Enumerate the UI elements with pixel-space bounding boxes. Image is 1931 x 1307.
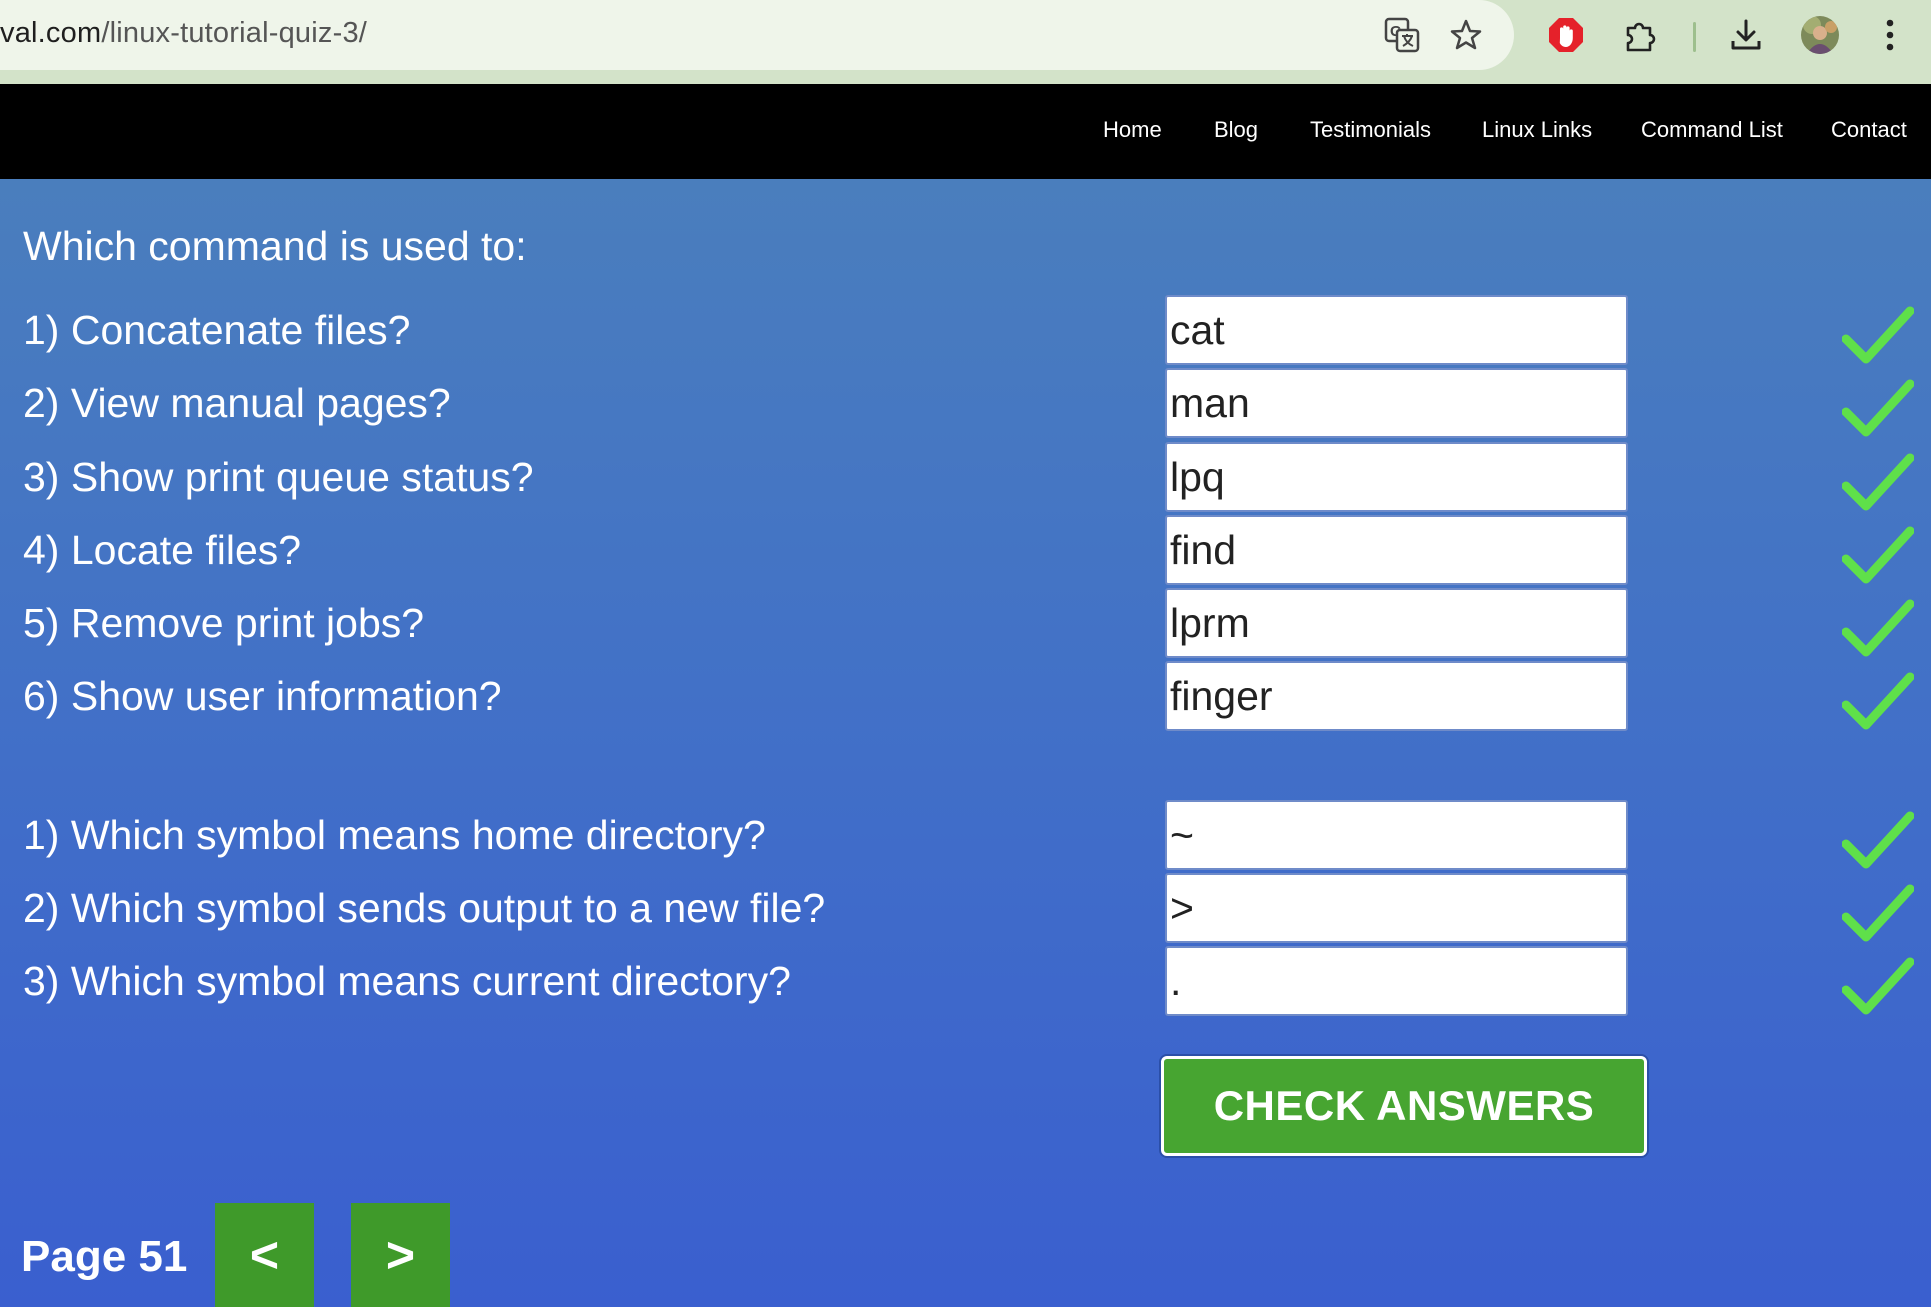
command-question-1: 1) Concatenate files? — [23, 307, 411, 353]
checkmark-icon — [1842, 599, 1914, 657]
checkmark-icon — [1842, 379, 1914, 437]
url-host: val.com — [0, 17, 102, 49]
command-answer-1[interactable]: cat — [1165, 295, 1628, 365]
command-answer-2[interactable]: man — [1165, 368, 1628, 438]
symbol-question-3: 3) Which symbol means current directory? — [23, 958, 791, 1004]
command-answer-6[interactable]: finger — [1165, 661, 1628, 731]
command-question-2: 2) View manual pages? — [23, 380, 451, 426]
nav-contact[interactable]: Contact — [1831, 117, 1907, 143]
adblock-icon[interactable] — [1545, 14, 1587, 56]
download-icon[interactable] — [1725, 14, 1767, 56]
browser-toolbar: val.com/linux-tutorial-quiz-3/ G — [0, 0, 1931, 84]
symbol-question-1: 1) Which symbol means home directory? — [23, 812, 766, 858]
menu-icon[interactable] — [1869, 14, 1911, 56]
nav-linux-links[interactable]: Linux Links — [1482, 117, 1592, 143]
quiz-area: Which command is used to: 1) Concatenate… — [0, 179, 1931, 1307]
prev-page-button[interactable]: < — [215, 1203, 314, 1307]
command-question-4: 4) Locate files? — [23, 527, 302, 573]
symbol-question-2: 2) Which symbol sends output to a new fi… — [23, 885, 826, 931]
checkmark-icon — [1842, 884, 1914, 942]
address-bar[interactable]: val.com/linux-tutorial-quiz-3/ G — [0, 0, 1514, 70]
command-question-5: 5) Remove print jobs? — [23, 600, 425, 646]
command-answer-5[interactable]: lprm — [1165, 588, 1628, 658]
extensions-icon[interactable] — [1619, 14, 1661, 56]
nav-home[interactable]: Home — [1103, 117, 1162, 143]
command-answer-4[interactable]: find — [1165, 515, 1628, 585]
checkmark-icon — [1842, 811, 1914, 869]
command-answer-3[interactable]: lpq — [1165, 442, 1628, 512]
nav-command-list[interactable]: Command List — [1641, 117, 1783, 143]
site-nav: Home Blog Testimonials Linux Links Comma… — [0, 84, 1931, 179]
checkmark-icon — [1842, 957, 1914, 1015]
symbol-answer-3[interactable]: . — [1165, 946, 1628, 1016]
check-answers-button[interactable]: CHECK ANSWERS — [1161, 1056, 1647, 1156]
symbol-answer-1[interactable]: ~ — [1165, 800, 1628, 870]
page-number: Page 51 — [21, 1232, 188, 1281]
checkmark-icon — [1842, 453, 1914, 511]
avatar[interactable] — [1799, 14, 1841, 56]
toolbar-separator — [1693, 22, 1696, 52]
checkmark-icon — [1842, 306, 1914, 364]
checkmark-icon — [1842, 526, 1914, 584]
star-icon[interactable] — [1445, 14, 1487, 56]
symbol-answer-2[interactable]: > — [1165, 873, 1628, 943]
next-page-button[interactable]: > — [351, 1203, 450, 1307]
quiz-heading: Which command is used to: — [23, 223, 527, 269]
command-question-3: 3) Show print queue status? — [23, 454, 534, 500]
nav-blog[interactable]: Blog — [1214, 117, 1258, 143]
checkmark-icon — [1842, 672, 1914, 730]
url-path: /linux-tutorial-quiz-3/ — [101, 17, 368, 49]
url-text[interactable]: val.com/linux-tutorial-quiz-3/ — [0, 17, 367, 50]
nav-testimonials[interactable]: Testimonials — [1310, 117, 1431, 143]
command-question-6: 6) Show user information? — [23, 673, 502, 719]
translate-icon[interactable]: G — [1381, 14, 1423, 56]
